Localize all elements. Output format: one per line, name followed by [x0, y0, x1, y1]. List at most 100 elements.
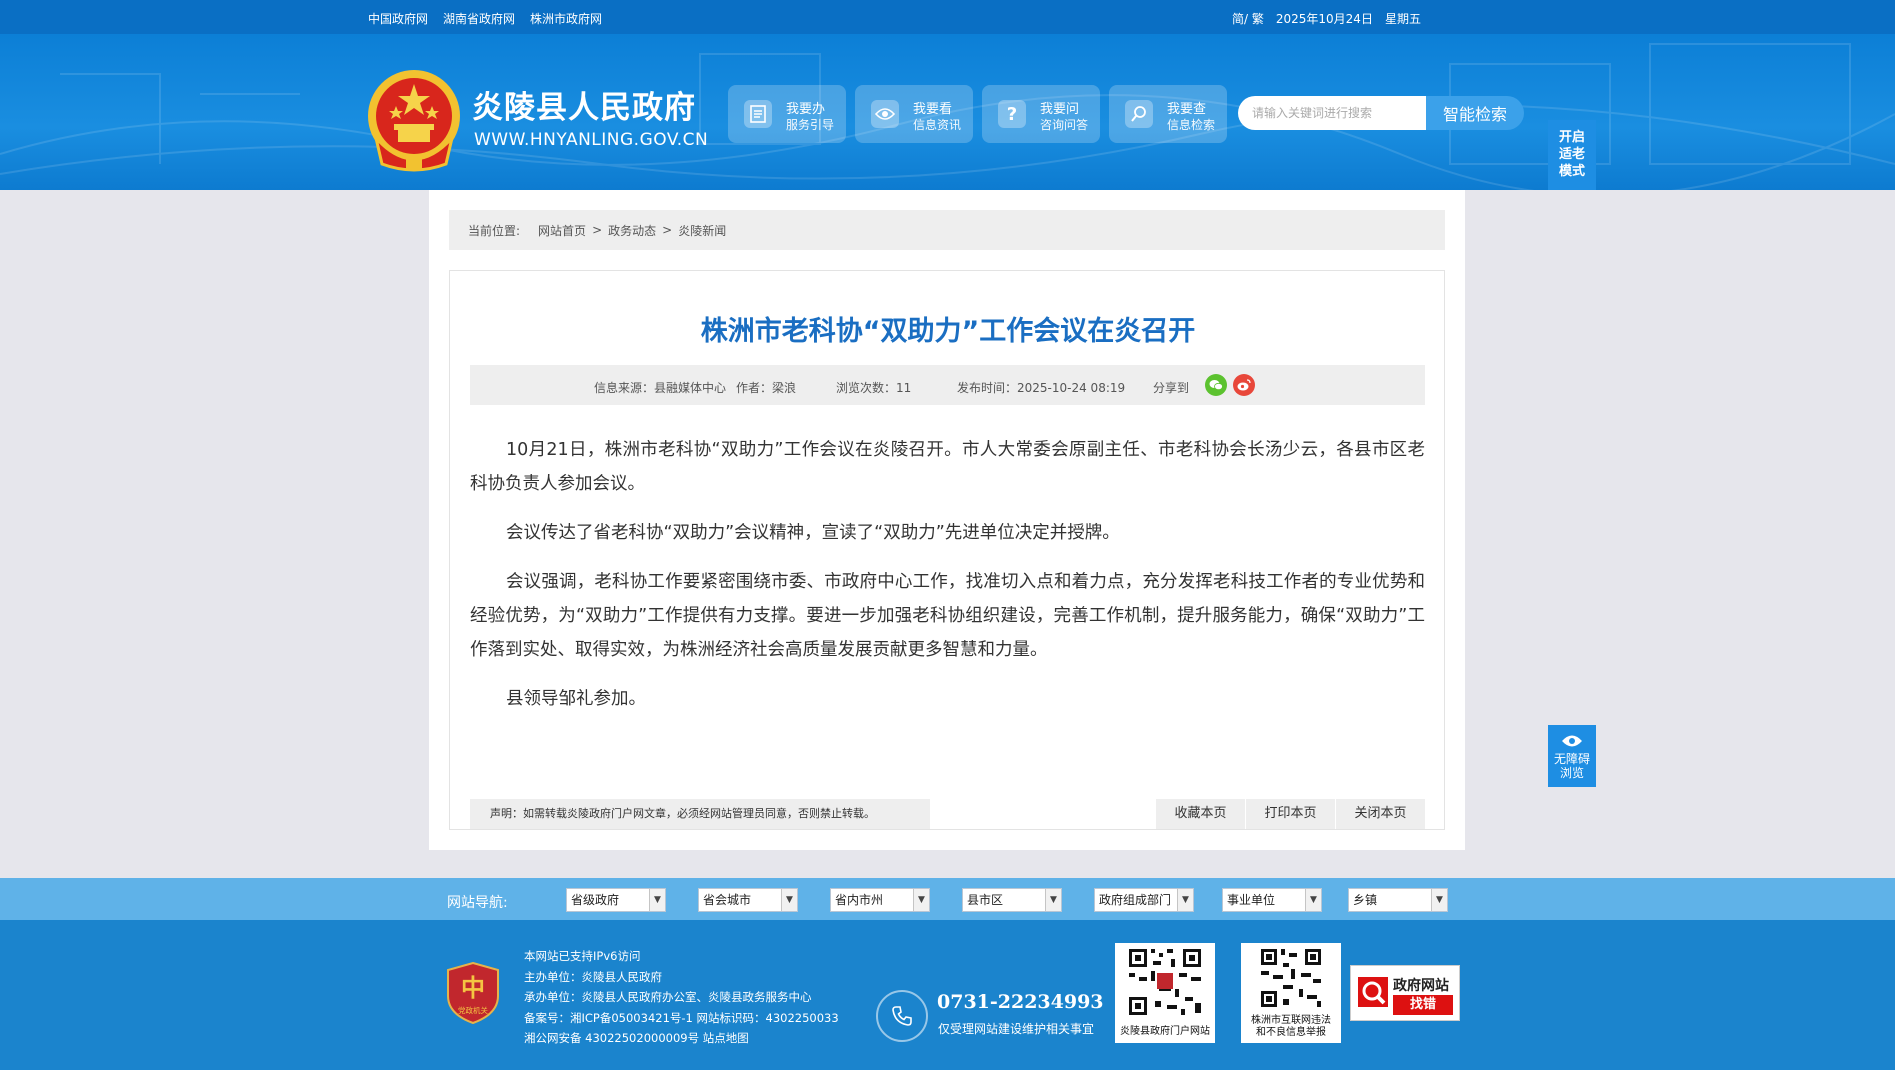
link-zhuzhou-gov[interactable]: 株洲市政府网: [530, 10, 602, 27]
quick-search-button[interactable]: 我要查 信息检索: [1109, 85, 1227, 143]
elder-mode-button[interactable]: 开启 适老 模式: [1548, 120, 1596, 190]
select-public-institutions[interactable]: 事业单位 ▼: [1222, 888, 1322, 912]
weibo-share-icon[interactable]: [1233, 374, 1255, 396]
top-bar: 中国政府网 湖南省政府网 株洲市政府网 简/ 繁 2025年10月24日 星期五: [0, 0, 1895, 34]
article: 株洲市老科协“双助力”工作会议在炎召开 信息来源：县融媒体中心 作者：梁浪 浏览…: [449, 270, 1445, 830]
site-footer: 中 党政机关 本网站已支持IPv6访问 主办单位：炎陵县人民政府 承办单位：炎陵…: [0, 920, 1895, 1070]
chevron-down-icon: ▼: [1305, 889, 1321, 911]
main-content: 当前位置: 网站首页 > 政务动态 > 炎陵新闻 株洲市老科协“双助力”工作会议…: [429, 190, 1465, 850]
current-date: 2025年10月24日: [1275, 12, 1373, 26]
select-townships[interactable]: 乡镇 ▼: [1348, 888, 1448, 912]
accessibility-button[interactable]: 无障碍 浏览: [1548, 725, 1596, 787]
select-province-cities[interactable]: 省内市州 ▼: [830, 888, 930, 912]
question-icon: ?: [998, 100, 1026, 128]
footer-police-record[interactable]: 湘公网安备 43022502000009号 站点地图: [524, 1028, 839, 1049]
search-input[interactable]: [1238, 96, 1428, 130]
quick-sublabel: 信息资讯: [913, 118, 962, 132]
quick-label: 我要看: [913, 102, 953, 117]
language-switch[interactable]: 简/ 繁: [1232, 10, 1264, 27]
select-capital-cities[interactable]: 省会城市 ▼: [698, 888, 798, 912]
accessibility-label: 浏览: [1559, 766, 1584, 780]
select-value: 政府组成部门: [1099, 893, 1172, 907]
qr-code-report-icon: 株洲市互联网违法 和不良信息举报: [1241, 943, 1341, 1043]
eye-icon: [1562, 735, 1582, 747]
article-footer-bar: 声明：如需转载炎陵政府门户网文章，必须经网站管理员同意，否则禁止转载。 收藏本页…: [470, 799, 1425, 829]
site-header: 炎陵县人民政府 WWW.HNYANLING.GOV.CN 我要办 服务引导 我要…: [0, 34, 1895, 190]
site-navigation: 网站导航: 省级政府 ▼ 省会城市 ▼ 省内市州 ▼ 县市区 ▼ 政府组成部门 ▼ 事业单…: [0, 878, 1895, 920]
contact-phone-note: 仅受理网站建设维护相关事宜: [938, 1022, 1095, 1036]
meta-views: 浏览次数：11: [836, 381, 912, 395]
quick-info-button[interactable]: 我要看 信息资讯: [855, 85, 973, 143]
select-value: 省会城市: [703, 893, 752, 907]
elder-mode-label: 开启: [1558, 130, 1585, 145]
article-paragraph: 县领导邹礼参加。: [506, 689, 646, 709]
svg-text:中: 中: [461, 973, 485, 1002]
eye-icon: [871, 100, 899, 128]
breadcrumb-separator: >: [592, 223, 603, 237]
gov-site-find-error-button[interactable]: 政府网站 找错: [1350, 965, 1460, 1021]
smart-search-button[interactable]: 智能检索: [1426, 96, 1524, 130]
elder-mode-label: 模式: [1558, 164, 1585, 179]
contact-phone: 0731-22234993: [937, 991, 1104, 1013]
print-button[interactable]: 打印本页: [1246, 799, 1335, 829]
quick-label: 我要问: [1040, 102, 1080, 117]
quick-question-button[interactable]: ? 我要问 咨询问答: [982, 85, 1100, 143]
accessibility-label: 无障碍: [1553, 752, 1590, 766]
party-gov-badge-icon[interactable]: 中 党政机关: [446, 962, 500, 1024]
quick-sublabel: 咨询问答: [1040, 118, 1089, 132]
findbug-label: 找错: [1393, 995, 1453, 1015]
share-label: 分享到: [1153, 381, 1190, 395]
wechat-share-icon[interactable]: [1205, 374, 1227, 396]
select-value: 省级政府: [571, 893, 620, 907]
qr-caption-line: 和不良信息举报: [1256, 1027, 1326, 1038]
select-counties[interactable]: 县市区 ▼: [962, 888, 1062, 912]
breadcrumb-home[interactable]: 网站首页: [538, 222, 586, 239]
select-provincial-gov[interactable]: 省级政府 ▼: [566, 888, 666, 912]
qr-caption: 炎陵县政府门户网站: [1115, 1026, 1215, 1038]
link-hunan-gov[interactable]: 湖南省政府网: [443, 10, 515, 27]
article-meta: 信息来源：县融媒体中心 作者：梁浪 浏览次数：11 发布时间：2025-10-2…: [470, 365, 1425, 405]
meta-source: 信息来源：县融媒体中心: [594, 381, 727, 395]
footer-icp[interactable]: 备案号：湘ICP备05003421号-1 网站标识码：4302250033: [524, 1008, 839, 1029]
bookmark-button[interactable]: 收藏本页: [1156, 799, 1245, 829]
article-paragraph: 会议传达了省老科协“双助力”会议精神，宣读了“双助力”先进单位决定并授牌。: [506, 523, 1120, 543]
site-nav-label: 网站导航:: [447, 895, 508, 911]
svg-text:党政机关: 党政机关: [458, 1005, 488, 1015]
select-value: 县市区: [967, 893, 1004, 907]
breadcrumb-gov-news[interactable]: 政务动态: [608, 222, 656, 239]
footer-organizer: 承办单位：炎陵县人民政府办公室、炎陵县政务服务中心: [524, 990, 812, 1004]
chevron-down-icon: ▼: [781, 889, 797, 911]
qr-caption: 株洲市互联网违法 和不良信息举报: [1241, 1015, 1341, 1039]
select-gov-departments[interactable]: 政府组成部门 ▼: [1094, 888, 1194, 912]
close-page-button[interactable]: 关闭本页: [1336, 799, 1425, 829]
magnifier-icon: [1358, 977, 1388, 1007]
breadcrumb-yanling-news[interactable]: 炎陵新闻: [678, 222, 726, 239]
quick-service-guide-button[interactable]: 我要办 服务引导: [728, 85, 846, 143]
phone-icon: [876, 990, 928, 1042]
elder-mode-label: 适老: [1558, 147, 1585, 162]
chevron-down-icon: ▼: [913, 889, 929, 911]
breadcrumb-separator: >: [662, 223, 673, 237]
article-paragraph: 10月21日，株洲市老科协“双助力”工作会议在炎陵召开。市人大常委会原副主任、市…: [470, 440, 1425, 494]
breadcrumb: 当前位置: 网站首页 > 政务动态 > 炎陵新闻: [449, 210, 1445, 250]
site-title: 炎陵县人民政府: [472, 90, 696, 126]
meta-author: 作者：梁浪: [736, 381, 797, 395]
chevron-down-icon: ▼: [1431, 889, 1447, 911]
search-icon: [1125, 100, 1153, 128]
chevron-down-icon: ▼: [1045, 889, 1061, 911]
select-value: 省内市州: [835, 893, 884, 907]
current-weekday: 星期五: [1384, 12, 1421, 26]
link-china-gov[interactable]: 中国政府网: [368, 10, 428, 27]
document-icon: [744, 100, 772, 128]
select-value: 事业单位: [1227, 893, 1276, 907]
select-value: 乡镇: [1353, 893, 1378, 907]
top-right: 简/ 繁 2025年10月24日 星期五: [1232, 10, 1421, 27]
quick-label: 我要查: [1167, 102, 1207, 117]
quick-label: 我要办: [786, 102, 826, 117]
top-links: 中国政府网 湖南省政府网 株洲市政府网: [368, 10, 602, 27]
national-emblem-icon: [368, 70, 460, 172]
qr-code-portal-icon: 炎陵县政府门户网站: [1115, 943, 1215, 1043]
breadcrumb-prefix: 当前位置:: [468, 223, 521, 238]
findbug-title: 政府网站: [1393, 978, 1449, 994]
footer-info: 本网站已支持IPv6访问 主办单位：炎陵县人民政府 承办单位：炎陵县人民政府办公…: [524, 946, 839, 1049]
